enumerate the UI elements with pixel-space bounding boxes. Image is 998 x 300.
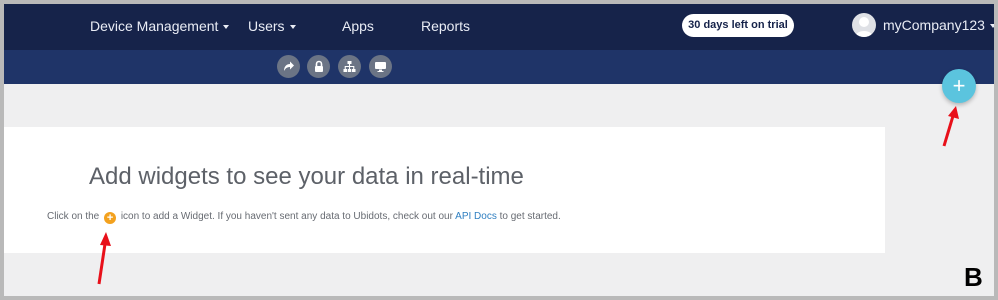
lock-button[interactable] (307, 55, 330, 78)
plus-circle-icon: + (104, 212, 117, 224)
nav-device-management[interactable]: Device Management (90, 18, 230, 34)
top-navbar: Device Management Users Apps Reports 30 … (4, 4, 994, 50)
share-icon (284, 61, 294, 71)
api-docs-link[interactable]: API Docs (455, 211, 497, 222)
display-button[interactable] (369, 55, 392, 78)
red-arrow-icon (97, 232, 111, 285)
screenshot-frame: Device Management Users Apps Reports 30 … (0, 0, 998, 300)
user-icon (855, 17, 873, 37)
add-widget-button[interactable]: + (942, 69, 976, 103)
hierarchy-icon (343, 61, 356, 72)
text-before: Click on the (47, 211, 100, 222)
nav-users-label: Users (248, 18, 285, 34)
account-name: myCompany123 (883, 17, 985, 33)
share-button[interactable] (277, 55, 300, 78)
nav-apps[interactable]: Apps (342, 18, 374, 34)
caret-down-icon (223, 25, 230, 30)
dashboard-toolbar (4, 50, 994, 84)
text-middle: icon to add a Widget. If you haven't sen… (120, 211, 453, 222)
caret-down-icon (989, 24, 994, 29)
nav-users[interactable]: Users (248, 18, 296, 34)
account-menu[interactable]: myCompany123 (883, 17, 994, 33)
red-arrow-icon (942, 106, 959, 147)
hierarchy-button[interactable] (338, 55, 361, 78)
caret-down-icon (289, 25, 296, 30)
text-after: to get started. (499, 211, 561, 222)
trial-badge[interactable]: 30 days left on trial (682, 14, 794, 37)
avatar[interactable] (852, 13, 876, 37)
nav-device-management-label: Device Management (90, 18, 219, 34)
nav-reports[interactable]: Reports (421, 18, 470, 34)
empty-state-title: Add widgets to see your data in real-tim… (89, 163, 524, 190)
monitor-icon (375, 62, 386, 72)
empty-dashboard-panel: Add widgets to see your data in real-tim… (4, 127, 885, 253)
lock-icon (314, 60, 323, 72)
annotation-letter: B (964, 262, 983, 292)
empty-state-text: Click on the + icon to add a Widget. If … (47, 211, 561, 224)
